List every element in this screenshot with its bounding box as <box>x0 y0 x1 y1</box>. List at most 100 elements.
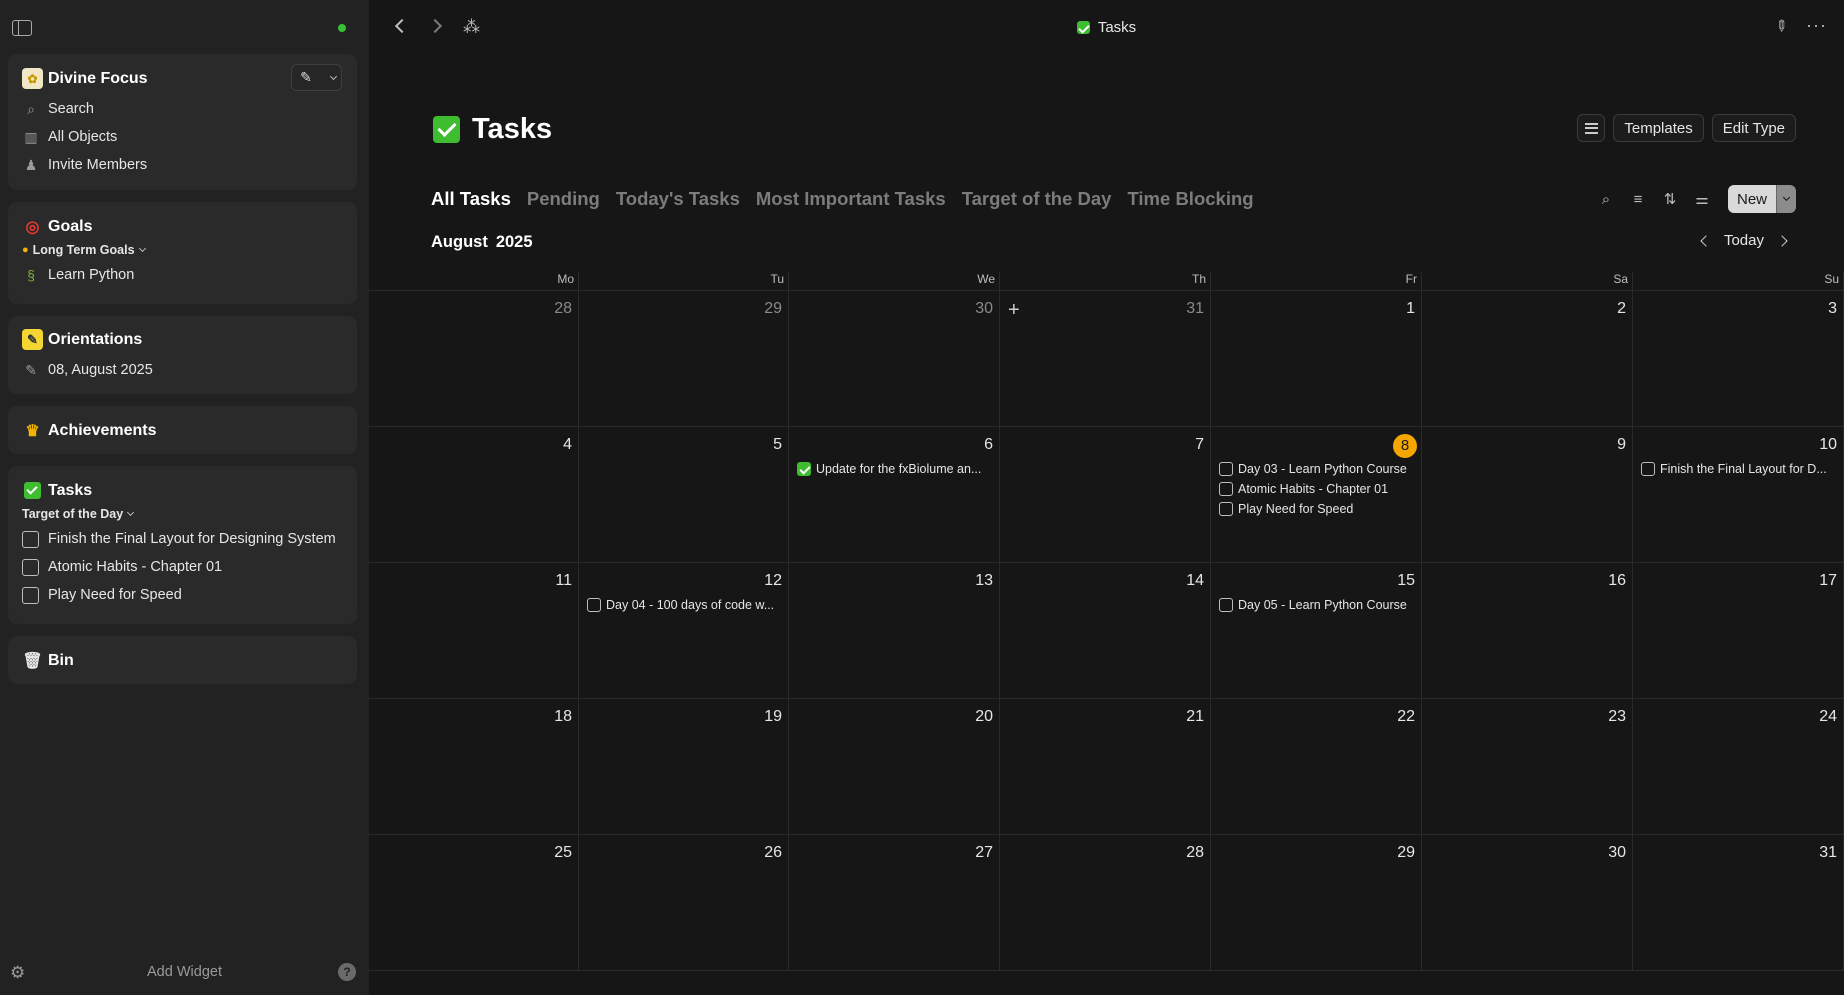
calendar-event[interactable]: Play Need for Speed <box>1219 499 1415 519</box>
tab-todays-tasks[interactable]: Today's Tasks <box>616 188 740 210</box>
sort-icon[interactable]: ⇅ <box>1660 189 1680 209</box>
calendar-day-cell[interactable]: 27 <box>789 835 1000 971</box>
calendar-day-cell[interactable]: 31 <box>1633 835 1844 971</box>
calendar-day-cell[interactable]: 24 <box>1633 699 1844 835</box>
calendar-event[interactable]: Day 04 - 100 days of code w... <box>587 595 782 615</box>
calendar-day-cell[interactable]: 23 <box>1422 699 1633 835</box>
chevron-left-icon[interactable] <box>1700 234 1712 247</box>
calendar-day-cell[interactable]: 12 Day 04 - 100 days of code w... <box>579 563 789 699</box>
tasks-title[interactable]: Tasks <box>22 480 343 501</box>
checkbox-icon[interactable] <box>1219 482 1233 496</box>
checked-checkbox-icon[interactable] <box>797 462 811 476</box>
day-number: 10 <box>1819 436 1837 453</box>
page-title[interactable]: Tasks <box>472 113 552 146</box>
tab-all-tasks[interactable]: All Tasks <box>431 188 511 210</box>
help-icon[interactable]: ? <box>338 963 356 981</box>
orientation-item[interactable]: ✎ 08, August 2025 <box>22 356 343 384</box>
tasks-view-selector[interactable]: Target of the Day <box>22 507 343 521</box>
calendar-day-cell[interactable]: 2 <box>1422 291 1633 427</box>
calendar-event[interactable]: Day 03 - Learn Python Course <box>1219 459 1415 479</box>
sidebar: ✿ Divine Focus ✎ ⌕ Search ▥ All Objects … <box>0 0 369 995</box>
goals-title[interactable]: ◎ Goals <box>22 216 343 237</box>
sidebar-toggle-icon[interactable] <box>12 20 32 36</box>
checkbox-icon[interactable] <box>22 586 39 604</box>
add-event-icon[interactable]: + <box>1008 299 1020 322</box>
tab-target-of-the-day[interactable]: Target of the Day <box>962 188 1112 210</box>
new-button[interactable]: New <box>1727 185 1776 213</box>
task-item[interactable]: Play Need for Speed <box>22 581 343 609</box>
add-widget-button[interactable]: Add Widget <box>0 964 369 980</box>
tab-most-important-tasks[interactable]: Most Important Tasks <box>756 188 946 210</box>
calendar-event[interactable]: Finish the Final Layout for D... <box>1641 459 1837 479</box>
checkbox-icon[interactable] <box>1219 502 1233 516</box>
more-options-icon[interactable]: ··· <box>1806 15 1827 36</box>
search-icon[interactable]: ⌕ <box>1596 189 1616 209</box>
sidebar-item-all-objects[interactable]: ▥ All Objects <box>22 123 343 151</box>
sidebar-item-search[interactable]: ⌕ Search <box>22 95 343 123</box>
calendar-day-cell[interactable]: 20 <box>789 699 1000 835</box>
calendar-day-cell[interactable]: 3 <box>1633 291 1844 427</box>
calendar-day-cell[interactable]: 14 <box>1000 563 1211 699</box>
calendar-day-cell[interactable]: 21 <box>1000 699 1211 835</box>
edit-type-button[interactable]: Edit Type <box>1711 114 1796 142</box>
goals-view-selector[interactable]: ● Long Term Goals <box>22 243 343 257</box>
calendar-day-cell[interactable]: 15 Day 05 - Learn Python Course <box>1211 563 1422 699</box>
calendar-day-cell[interactable]: 31 + <box>1000 291 1211 427</box>
calendar-day-cell[interactable]: 17 <box>1633 563 1844 699</box>
calendar-day-cell[interactable]: 30 <box>789 291 1000 427</box>
calendar-day-cell[interactable]: 16 <box>1422 563 1633 699</box>
event-title: Play Need for Speed <box>1238 502 1354 516</box>
settings-sliders-icon[interactable]: ⚌ <box>1692 189 1712 209</box>
calendar-day-cell[interactable]: 8 Day 03 - Learn Python Course Atomic Habi… <box>1211 427 1422 563</box>
calendar-day-cell[interactable]: 30 <box>1422 835 1633 971</box>
calendar-day-cell[interactable]: 11 <box>369 563 579 699</box>
calendar-event[interactable]: Atomic Habits - Chapter 01 <box>1219 479 1415 499</box>
templates-button[interactable]: Templates <box>1613 114 1704 142</box>
checkbox-icon[interactable] <box>22 558 39 576</box>
today-button[interactable]: Today <box>1724 232 1764 249</box>
tab-time-blocking[interactable]: Time Blocking <box>1127 188 1253 210</box>
calendar-day-cell[interactable]: 28 <box>1000 835 1211 971</box>
sidebar-item-invite-members[interactable]: ♟ Invite Members <box>22 151 343 179</box>
task-item[interactable]: Finish the Final Layout for Designing Sy… <box>22 525 343 553</box>
achievements-title[interactable]: ♛ Achievements <box>22 420 343 441</box>
calendar-event[interactable]: Update for the fxBiolume an... <box>797 459 993 479</box>
filter-icon[interactable]: ≡ <box>1628 189 1648 209</box>
calendar-day-cell[interactable]: 26 <box>579 835 789 971</box>
day-number: 17 <box>1819 572 1837 589</box>
calendar-day-cell[interactable]: 7 <box>1000 427 1211 563</box>
task-item[interactable]: Atomic Habits - Chapter 01 <box>22 553 343 581</box>
calendar-day-cell[interactable]: 25 <box>369 835 579 971</box>
calendar-event[interactable]: Day 05 - Learn Python Course <box>1219 595 1415 615</box>
bin-title[interactable]: 🗑 Bin <box>22 650 343 671</box>
breadcrumb[interactable]: Tasks <box>369 19 1844 36</box>
calendar-day-cell[interactable]: 19 <box>579 699 789 835</box>
space-menu-button[interactable] <box>320 65 341 90</box>
calendar-day-cell[interactable]: 5 <box>579 427 789 563</box>
orientations-title[interactable]: ✎ Orientations <box>22 329 343 350</box>
calendar-day-cell[interactable]: 1 <box>1211 291 1422 427</box>
calendar-day-cell[interactable]: 9 <box>1422 427 1633 563</box>
layout-toggle-button[interactable] <box>1577 114 1606 142</box>
calendar-day-cell[interactable]: 29 <box>579 291 789 427</box>
new-dropdown-button[interactable] <box>1776 185 1796 213</box>
check-icon[interactable] <box>433 116 460 143</box>
calendar-day-cell[interactable]: 22 <box>1211 699 1422 835</box>
checkbox-icon[interactable] <box>1219 462 1233 476</box>
checkbox-icon[interactable] <box>1219 598 1233 612</box>
goal-item[interactable]: § Learn Python <box>22 261 343 289</box>
calendar-day-cell[interactable]: 18 <box>369 699 579 835</box>
calendar-day-cell[interactable]: 28 <box>369 291 579 427</box>
create-object-icon[interactable]: ✎ <box>292 65 320 90</box>
calendar-day-cell[interactable]: 4 <box>369 427 579 563</box>
calendar-day-cell[interactable]: 6 Update for the fxBiolume an... <box>789 427 1000 563</box>
checkbox-icon[interactable] <box>587 598 601 612</box>
calendar-day-cell[interactable]: 10 Finish the Final Layout for D... <box>1633 427 1844 563</box>
calendar-day-cell[interactable]: 29 <box>1211 835 1422 971</box>
checkbox-icon[interactable] <box>1641 462 1655 476</box>
chevron-right-icon[interactable] <box>1776 234 1788 247</box>
checkbox-icon[interactable] <box>22 530 39 548</box>
calendar-day-cell[interactable]: 13 <box>789 563 1000 699</box>
search-icon: ⌕ <box>27 100 35 117</box>
tab-pending[interactable]: Pending <box>527 188 600 210</box>
